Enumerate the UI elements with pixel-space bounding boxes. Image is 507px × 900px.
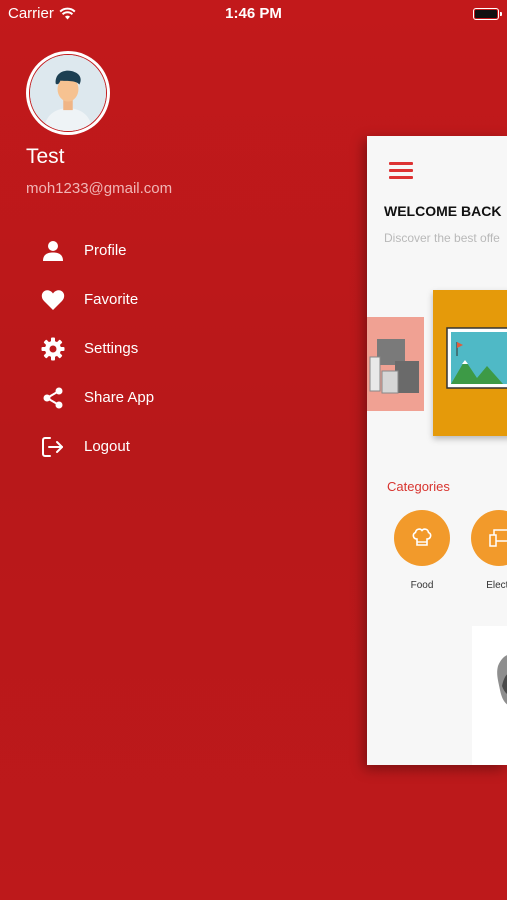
hamburger-menu-icon[interactable] [389, 162, 413, 179]
menu-item-profile[interactable]: Profile [40, 226, 154, 275]
heart-icon [40, 287, 66, 313]
menu-item-favorite[interactable]: Favorite [40, 275, 154, 324]
menu-item-settings[interactable]: Settings [40, 324, 154, 373]
category-food[interactable]: Food [394, 510, 450, 591]
welcome-heading: WELCOME BACK [384, 203, 502, 219]
share-icon [40, 385, 66, 411]
drawer-menu: Profile Favorite Settings Share App Logo… [40, 226, 154, 471]
status-time: 1:46 PM [225, 5, 282, 22]
menu-item-share-app[interactable]: Share App [40, 373, 154, 422]
home-screen-preview[interactable]: WELCOME BACK Discover the best offe Cate… [367, 136, 507, 765]
menu-item-label: Share App [84, 389, 155, 406]
chef-hat-icon [394, 510, 450, 566]
devices-illustration [369, 339, 419, 394]
discover-subtitle: Discover the best offe [384, 231, 500, 245]
category-label: Electr [486, 580, 507, 591]
menu-item-label: Logout [84, 438, 130, 455]
user-email: moh1233@gmail.com [26, 180, 173, 197]
status-bar: Carrier 1:46 PM [0, 0, 507, 28]
landscape-illustration [446, 327, 507, 389]
gear-icon [40, 336, 66, 362]
product-card[interactable] [472, 626, 507, 765]
avatar-image [29, 54, 107, 132]
menu-item-label: Settings [84, 340, 139, 357]
devices-icon [471, 510, 507, 566]
category-electronics[interactable]: Electr [471, 510, 507, 591]
menu-item-label: Profile [84, 242, 127, 259]
user-name: Test [26, 145, 65, 168]
categories-title: Categories [387, 479, 450, 494]
category-label: Food [410, 580, 434, 591]
menu-item-logout[interactable]: Logout [40, 422, 154, 471]
avatar[interactable] [26, 51, 110, 135]
product-image [497, 655, 507, 705]
battery-icon [473, 8, 502, 20]
person-icon [40, 238, 66, 264]
logout-icon [40, 434, 66, 460]
banner-slide-previous[interactable] [367, 317, 424, 411]
menu-item-label: Favorite [84, 291, 139, 308]
banner-slide-current[interactable] [433, 290, 507, 436]
